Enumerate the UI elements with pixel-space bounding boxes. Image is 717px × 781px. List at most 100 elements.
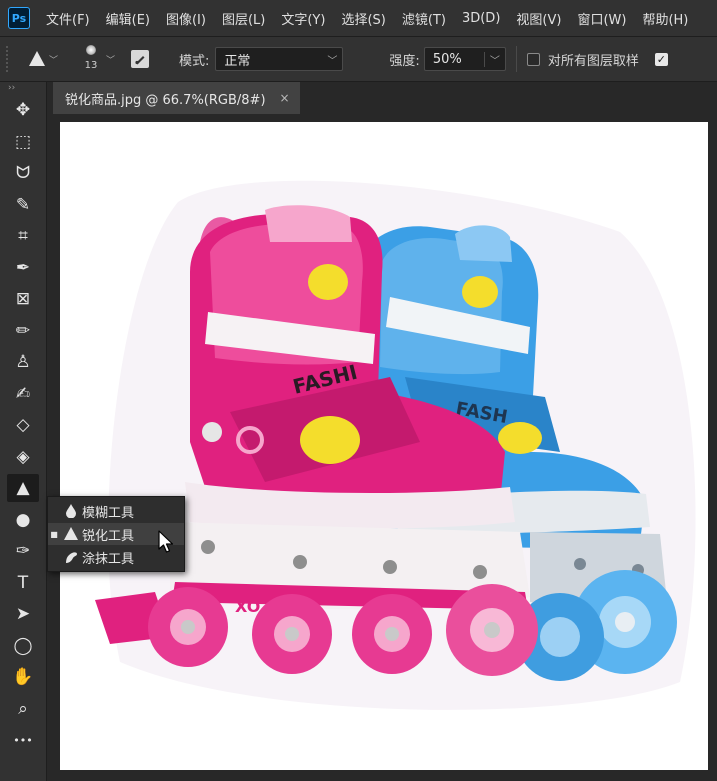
strength-label: 强度:	[389, 53, 420, 69]
photoshop-logo-icon[interactable]: Ps	[8, 7, 30, 29]
menu-view[interactable]: 视图(V)	[516, 9, 561, 28]
quick-select-tool[interactable]: ✎	[7, 191, 39, 219]
canvas-area[interactable]: FASH FASHI XO	[47, 114, 717, 781]
close-icon[interactable]: ×	[280, 91, 290, 105]
paint-bucket-tool[interactable]: ◈	[7, 443, 39, 471]
frame-tool-icon: ⊠	[15, 289, 31, 309]
eraser-tool[interactable]: ◇	[7, 411, 39, 439]
skates-photo[interactable]: FASH FASHI XO	[60, 122, 708, 770]
move-tool-icon: ✥	[15, 100, 31, 120]
protect-detail-checkbox[interactable]: ✓	[654, 52, 668, 66]
pink-skate-yellow-duck-top	[308, 264, 348, 300]
path-select-tool[interactable]: ➤	[7, 600, 39, 628]
sample-all-layers-checkbox[interactable]	[526, 52, 540, 66]
flyout-item-label: 锐化工具	[82, 528, 135, 544]
dodge-tool[interactable]: ●	[7, 506, 39, 534]
flyout-item-label: 模糊工具	[82, 505, 135, 521]
sharpen-tool[interactable]: ▲	[7, 474, 39, 502]
options-divider	[515, 46, 517, 72]
tool-preset-picker[interactable]: ﹀	[28, 50, 58, 68]
brush-tool[interactable]: ✏	[7, 317, 39, 345]
brush-panel-icon	[135, 56, 145, 65]
ellipse-tool[interactable]: ◯	[7, 632, 39, 660]
sharpen-tool-preset-icon	[29, 51, 45, 66]
sharpen-tool-icon: ▲	[16, 478, 30, 498]
eyedropper-tool-icon: ✒	[15, 258, 31, 278]
more-tools-icon: •••	[13, 733, 33, 747]
menu-layer[interactable]: 图层(L)	[222, 9, 265, 28]
mode-value: 正常	[224, 53, 251, 69]
menu-filter[interactable]: 滤镜(T)	[402, 9, 446, 28]
zoom-tool-icon: ⌕	[18, 699, 28, 719]
marquee-tool[interactable]: ⬚	[7, 128, 39, 156]
options-bar-grip[interactable]	[6, 46, 14, 72]
mouse-cursor-icon	[158, 530, 174, 553]
brush-size-value: 13	[84, 60, 98, 71]
menu-3d[interactable]: 3D(D)	[462, 11, 500, 26]
menu-file[interactable]: 文件(F)	[46, 9, 90, 28]
brush-tip-icon	[86, 45, 97, 55]
zoom-tool[interactable]: ⌕	[7, 695, 39, 723]
eraser-tool-icon: ◇	[16, 415, 30, 435]
chevron-down-icon: ﹀	[49, 55, 59, 66]
document-tab-bar: 锐化商品.jpg @ 66.7%(RGB/8#) ×	[47, 82, 717, 114]
menu-edit[interactable]: 编辑(E)	[106, 9, 150, 28]
sharpen-triangle-icon	[60, 527, 82, 541]
quick-select-tool-icon: ✎	[15, 195, 31, 215]
pink-skate-xo-text-left: XO	[235, 597, 260, 616]
type-tool-icon: T	[17, 573, 29, 593]
crop-tool-icon: ⌗	[18, 226, 28, 246]
tools-panel-collapse-icon[interactable]: ››	[0, 82, 46, 94]
mode-label: 模式:	[179, 53, 210, 69]
mode-select[interactable]: 正常 ﹀	[215, 47, 344, 71]
clone-stamp-tool[interactable]: ♙	[7, 348, 39, 376]
brush-settings-panel-button[interactable]	[131, 50, 150, 68]
hand-tool[interactable]: ✋	[7, 663, 39, 691]
lasso-tool[interactable]: ᗢ	[7, 159, 39, 187]
menu-window[interactable]: 窗口(W)	[577, 9, 626, 28]
brush-tool-icon: ✏	[15, 321, 31, 341]
lasso-tool-icon: ᗢ	[15, 163, 31, 183]
document-canvas[interactable]: FASH FASHI XO	[60, 122, 708, 770]
options-bar: ﹀ 13 ﹀ 模式: 正常 ﹀ 强度: 50% ﹀ 对所有图层取样 ✓	[0, 37, 717, 82]
flyout-item-label: 涂抹工具	[82, 551, 135, 567]
frame-tool[interactable]: ⊠	[7, 285, 39, 313]
history-brush-tool[interactable]: ✍	[7, 380, 39, 408]
pen-tool[interactable]: ✑	[7, 537, 39, 565]
type-tool[interactable]: T	[7, 569, 39, 597]
hand-tool-icon: ✋	[12, 667, 34, 687]
path-select-tool-icon: ➤	[15, 604, 31, 624]
strength-field[interactable]: 50% ﹀	[423, 47, 506, 71]
brush-picker-chevron-icon[interactable]: ﹀	[106, 53, 115, 66]
tools-panel: ›› ✥ ⬚ ᗢ ✎ ⌗ ✒ ⊠ ✏ ♙ ✍ ◇ ◈ ▲ ● ✑ T ➤ ◯ ✋ ⌕ •••	[0, 82, 47, 781]
menu-type[interactable]: 文字(Y)	[281, 9, 325, 28]
menu-image[interactable]: 图像(I)	[166, 9, 206, 28]
pink-skate-yellow-duck	[300, 416, 360, 464]
strength-value[interactable]: 50%	[425, 52, 484, 67]
current-tool-marker: ■	[50, 529, 58, 539]
blur-drop-icon	[60, 504, 82, 518]
menu-bar: Ps 文件(F) 编辑(E) 图像(I) 图层(L) 文字(Y) 选择(S) 滤…	[0, 0, 717, 37]
strength-slider-chevron-icon[interactable]: ﹀	[483, 51, 505, 67]
history-brush-tool-icon: ✍	[15, 384, 31, 404]
chevron-down-icon: ﹀	[327, 55, 338, 67]
paint-bucket-tool-icon: ◈	[16, 447, 30, 467]
ellipse-tool-icon: ◯	[13, 636, 33, 656]
crop-tool[interactable]: ⌗	[7, 222, 39, 250]
marquee-tool-icon: ⬚	[14, 132, 32, 152]
eyedropper-tool[interactable]: ✒	[7, 254, 39, 282]
menu-select[interactable]: 选择(S)	[341, 9, 385, 28]
move-tool[interactable]: ✥	[7, 96, 39, 124]
blue-skate-yellow-duck	[498, 422, 542, 454]
menu-help[interactable]: 帮助(H)	[642, 9, 688, 28]
brush-preset-picker[interactable]: 13	[80, 43, 102, 75]
document-tab[interactable]: 锐化商品.jpg @ 66.7%(RGB/8#) ×	[53, 82, 300, 114]
smudge-finger-icon	[60, 550, 82, 564]
document-tab-title: 锐化商品.jpg @ 66.7%(RGB/8#)	[65, 92, 266, 108]
more-tools[interactable]: •••	[7, 726, 39, 754]
sample-all-layers-label: 对所有图层取样	[547, 53, 639, 69]
pen-tool-icon: ✑	[15, 541, 31, 561]
flyout-item-blur-tool[interactable]: 模糊工具	[48, 500, 184, 522]
clone-stamp-tool-icon: ♙	[15, 352, 31, 372]
blue-skate-yellow-duck-top	[462, 276, 498, 308]
